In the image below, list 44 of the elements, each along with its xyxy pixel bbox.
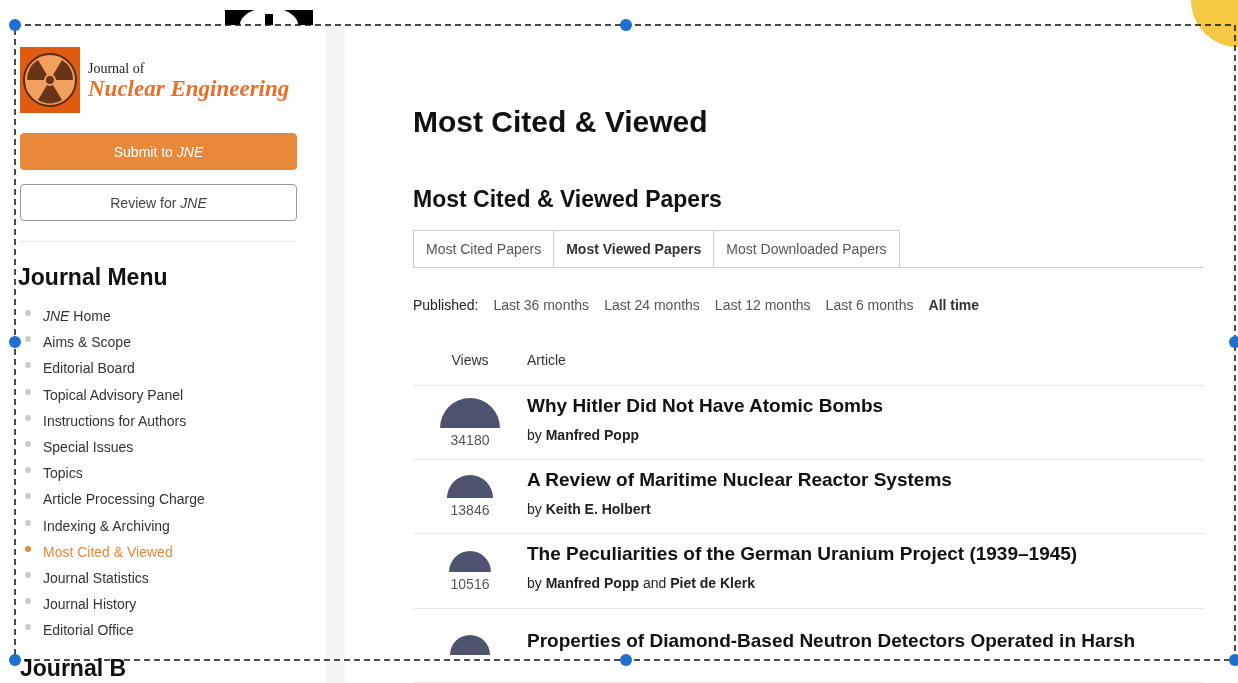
article-title[interactable]: A Review of Maritime Nuclear Reactor Systems [527, 468, 952, 491]
menu-link[interactable]: Special Issues [43, 439, 134, 456]
column-header: Views [451, 352, 489, 369]
column-header: Article [527, 352, 566, 369]
filter-label: Published: [413, 297, 479, 313]
menu-link[interactable]: Topics [43, 465, 83, 482]
article-title[interactable]: The Peculiarities of the German Uranium Project (1939–1945) [527, 543, 1078, 566]
journal-name: Nuclear Engineering [88, 76, 290, 100]
radiation-logo-icon [20, 47, 80, 113]
views-gauge-icon [449, 550, 491, 572]
menu-link[interactable]: Aims & Scope [43, 334, 131, 351]
tab[interactable]: Most Downloaded Papers [713, 230, 900, 267]
views-count: 10516 [450, 575, 490, 592]
menu-link[interactable]: Editorial Office [43, 622, 134, 639]
views-count: 34180 [450, 431, 490, 448]
menu-link[interactable]: Journal History [43, 596, 137, 613]
article-authors: by Manfred Popp [527, 426, 641, 443]
article-authors: by Manfred Popp and Piet de Klerk [527, 575, 756, 592]
menu-link[interactable]: Editorial Board [43, 360, 135, 377]
filter-link[interactable]: All time [928, 297, 980, 313]
article-authors: by Keith E. Holbert [527, 500, 652, 517]
menu-link[interactable]: Indexing & Archiving [43, 517, 170, 534]
views-gauge-icon [440, 397, 500, 428]
tab[interactable]: Most Cited Papers [413, 230, 555, 267]
filter-link[interactable]: Last 12 months [714, 297, 811, 313]
article-title[interactable]: Why Hitler Did Not Have Atomic Bombs [527, 394, 884, 417]
page-title: Most Cited & Viewed [413, 105, 709, 139]
menu-link[interactable]: Instructions for Authors [43, 412, 187, 429]
logo-text: Journal of [88, 60, 146, 77]
menu-link[interactable]: JNE Home [43, 308, 111, 325]
views-count: 13846 [450, 502, 490, 519]
review-button[interactable]: Review for JNE [20, 184, 297, 221]
article-title[interactable]: Properties of Diamond-Based Neutron Detectors Operated in Harsh [527, 630, 1136, 653]
views-gauge-icon [447, 475, 493, 499]
views-gauge-icon [450, 635, 490, 656]
menu-link[interactable]: Topical Advisory Panel [43, 386, 184, 403]
menu-heading: Journal Menu [18, 264, 169, 291]
section-title: Most Cited & Viewed Papers [413, 186, 723, 213]
filter-link[interactable]: Last 6 months [825, 297, 914, 313]
filter-link[interactable]: Last 36 months [493, 297, 590, 313]
menu-link[interactable]: Journal Statistics [43, 569, 149, 586]
section-heading: Journal B [20, 655, 128, 683]
filter-link[interactable]: Last 24 months [604, 297, 700, 313]
menu-link[interactable]: Article Processing Charge [43, 491, 205, 508]
